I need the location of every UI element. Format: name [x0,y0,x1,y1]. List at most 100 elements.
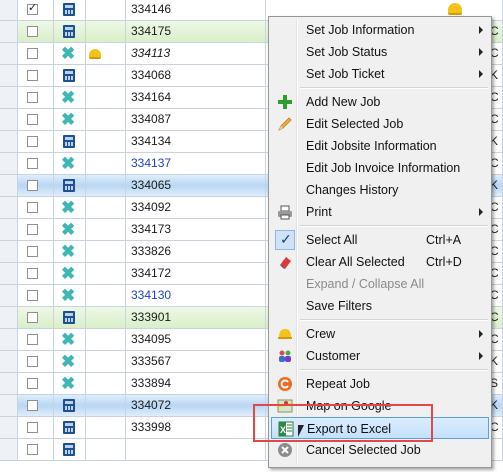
repeat-icon [277,376,293,392]
row-select-checkbox[interactable] [27,136,38,147]
table-cell [86,263,126,284]
table-cell [86,439,126,460]
submenu-arrow-icon [479,352,483,360]
menu-item-edit-job-invoice-information[interactable]: Edit Job Invoice Information [271,157,489,179]
context-menu: Set Job Information Set Job Status Set Job… [268,16,492,468]
row-select-checkbox[interactable] [27,444,38,455]
menu-item-set-job-information[interactable]: Set Job Information [271,19,489,41]
table-cell [86,197,126,218]
row-select-checkbox[interactable] [27,246,38,257]
menu-item-add-new-job[interactable]: Add New Job [271,91,489,113]
table-cell [0,417,18,438]
table-cell [86,109,126,130]
plus-icon [277,94,293,110]
menu-item-label: Select All [306,233,358,247]
pencil-icon [277,116,293,132]
job-number: 334072 [131,398,172,412]
row-select-checkbox[interactable] [27,92,38,103]
calculator-icon [63,311,75,324]
menu-item-changes-history[interactable]: Changes History [271,179,489,201]
row-select-checkbox[interactable] [27,202,38,213]
menu-item-select-all[interactable]: Select All Ctrl+A [271,229,489,251]
menu-separator [300,319,488,321]
menu-item-label: Save Filters [306,299,372,313]
table-cell [86,307,126,328]
row-select-checkbox[interactable] [27,378,38,389]
table-cell [0,131,18,152]
row-select-checkbox[interactable] [27,400,38,411]
menu-item-shortcut: Ctrl+D [426,255,462,269]
cancelled-x-icon: ✖ [61,110,76,129]
menu-item-clear-all-selected[interactable]: Clear All Selected Ctrl+D [271,251,489,273]
cancelled-x-icon: ✖ [61,198,76,217]
menu-item-cancel-selected-job[interactable]: Cancel Selected Job [271,439,489,461]
row-select-checkbox[interactable] [27,268,38,279]
job-number: 334172 [131,266,172,280]
job-number: 333826 [131,244,172,258]
menu-item-customer[interactable]: Customer [271,345,489,367]
menu-item-save-filters[interactable]: Save Filters [271,295,489,317]
annotation-highlight-box [253,404,433,442]
row-select-checkbox[interactable] [27,334,38,345]
menu-item-set-job-ticket[interactable]: Set Job Ticket [271,63,489,85]
menu-item-label: Set Job Information [306,23,415,37]
row-select-checkbox[interactable] [27,1,38,15]
table-cell [0,263,18,284]
table-cell [0,43,18,64]
calculator-icon [63,443,75,456]
menu-item-label: Edit Selected Job [306,117,404,131]
menu-item-label: Cancel Selected Job [306,443,421,457]
cancel-icon [277,442,293,458]
job-number: 334173 [131,222,172,236]
job-number[interactable]: 334137 [131,156,171,170]
cancelled-x-icon: ✖ [61,242,76,261]
menu-item-set-job-status[interactable]: Set Job Status [271,41,489,63]
menu-item-print[interactable]: Print [271,201,489,223]
cancelled-x-icon: ✖ [61,154,76,173]
menu-item-edit-selected-job[interactable]: Edit Selected Job [271,113,489,135]
table-cell [0,439,18,460]
table-cell [86,373,126,394]
menu-item-crew[interactable]: Crew [271,323,489,345]
menu-separator [300,225,488,227]
cancelled-x-icon: ✖ [61,264,76,283]
row-select-checkbox[interactable] [27,224,38,235]
calculator-icon [63,3,75,16]
cancelled-x-icon: ✖ [61,44,76,63]
table-cell [0,219,18,240]
row-select-checkbox[interactable] [27,114,38,125]
menu-item-edit-jobsite-information[interactable]: Edit Jobsite Information [271,135,489,157]
table-cell [0,21,18,42]
table-cell [86,417,126,438]
menu-item-label: Clear All Selected [306,255,405,269]
row-select-checkbox[interactable] [27,312,38,323]
calculator-icon [63,69,75,82]
table-cell [0,285,18,306]
row-select-checkbox[interactable] [27,26,38,37]
job-number: 334065 [131,178,172,192]
calculator-icon [63,25,75,38]
table-cell [0,65,18,86]
job-number: 334175 [131,24,172,38]
row-select-checkbox[interactable] [27,48,38,59]
submenu-arrow-icon [479,48,483,56]
table-cell [86,0,126,20]
job-number: 334164 [131,90,172,104]
hardhat-icon [448,3,462,15]
job-number[interactable]: 334130 [131,288,171,302]
table-cell [0,153,18,174]
calculator-icon [63,135,75,148]
menu-item-repeat-job[interactable]: Repeat Job [271,373,489,395]
row-select-checkbox[interactable] [27,422,38,433]
row-select-checkbox[interactable] [27,180,38,191]
table-cell [0,241,18,262]
row-select-checkbox[interactable] [27,290,38,301]
menu-item-label: Set Job Status [306,45,388,59]
row-select-checkbox[interactable] [27,70,38,81]
menu-item-label: Expand / Collapse All [306,277,425,291]
calculator-icon [63,179,75,192]
row-select-checkbox[interactable] [27,158,38,169]
table-cell [86,329,126,350]
row-select-checkbox[interactable] [27,356,38,367]
submenu-arrow-icon [479,70,483,78]
